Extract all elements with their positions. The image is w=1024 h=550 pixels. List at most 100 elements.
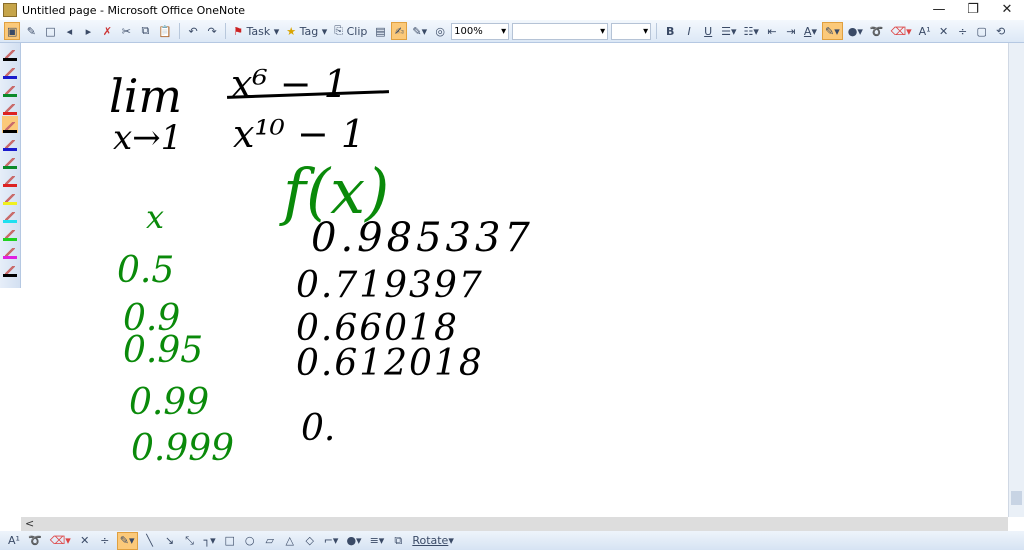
zoom-icon[interactable]: ◎ [432, 22, 448, 40]
copy-icon[interactable]: ⧉ [137, 22, 153, 40]
pen-swatch[interactable] [2, 116, 18, 133]
pen-color-bar [3, 274, 17, 277]
task-button[interactable]: ⚑ Task ▾ [231, 22, 281, 40]
font-color-button[interactable]: A ▾ [802, 22, 819, 40]
vertical-scrollbar[interactable] [1008, 43, 1024, 517]
delete-icon[interactable]: ✕ [936, 22, 952, 40]
tag-button[interactable]: ★ Tag ▾ [284, 22, 329, 40]
close-button[interactable]: ✕ [990, 0, 1024, 20]
highlighter-icon[interactable]: ✎▾ [821, 22, 843, 40]
eraser-icon[interactable]: ⌫▾ [889, 22, 914, 40]
line-icon[interactable]: ╲ [142, 532, 158, 550]
minimize-button[interactable]: — [922, 0, 956, 20]
scroll-left-icon[interactable]: < [25, 517, 34, 530]
drawing-toolbar: A¹ ➰ ⌫▾ ✕ ÷ ✎▾ ╲ ↘ ⤡ ┐▾ □ ○ ▱ △ ◇ ⌐▾ ●▾ … [0, 531, 1024, 550]
undo-icon[interactable]: ↶ [185, 22, 201, 40]
double-arrow-icon[interactable]: ⤡ [182, 532, 198, 550]
redo-icon[interactable]: ↷ [204, 22, 220, 40]
parallelogram-icon[interactable]: ▱ [262, 532, 278, 550]
pen-swatch[interactable] [2, 80, 18, 97]
pen-color-bar [3, 256, 17, 259]
lasso-icon[interactable]: ➰ [868, 22, 886, 40]
ink-to-text-icon[interactable]: ⟲ [993, 22, 1009, 40]
cut-icon[interactable]: ✂ [118, 22, 134, 40]
ink-mode-icon[interactable]: ✍ [391, 22, 408, 40]
bold-button[interactable]: B [662, 22, 678, 40]
rotate-button[interactable]: Rotate ▾ [410, 532, 456, 550]
line-weight-icon[interactable]: ≡▾ [368, 532, 387, 550]
pen-color-bar [3, 76, 17, 79]
pen-swatch[interactable] [2, 152, 18, 169]
pen-swatch[interactable] [2, 134, 18, 151]
horizontal-scrollbar[interactable]: < [21, 517, 1008, 531]
full-page-view-icon[interactable]: ▤ [372, 22, 388, 40]
pen-color-bar [3, 148, 17, 151]
pen-icon [5, 176, 15, 184]
f-value: 0.985337 [311, 215, 534, 261]
pen-color-bar [3, 202, 17, 205]
chevron-down-icon: ▾ [501, 25, 507, 37]
bullets-icon[interactable]: ☰▾ [719, 22, 738, 40]
ellipse-icon[interactable]: ○ [242, 532, 258, 550]
pen-color-bar [3, 166, 17, 169]
x-header: x [146, 198, 165, 236]
pen-swatch[interactable] [2, 260, 18, 277]
scroll-thumb[interactable] [1011, 491, 1022, 505]
x-value: 0.5 [117, 250, 175, 291]
increase-indent-icon[interactable]: ⇥ [783, 22, 799, 40]
pen-swatch[interactable] [2, 62, 18, 79]
pen-dropdown-icon[interactable]: ✎▾ [410, 22, 429, 40]
arrow-icon[interactable]: ↘ [162, 532, 178, 550]
numbering-icon[interactable]: ☷▾ [742, 22, 761, 40]
rectangle-icon[interactable]: □ [222, 532, 238, 550]
connector-icon[interactable]: ⌐▾ [322, 532, 341, 550]
restore-button[interactable]: ❐ [956, 0, 990, 20]
underline-button[interactable]: U [700, 22, 716, 40]
decrease-indent-icon[interactable]: ⇤ [764, 22, 780, 40]
onenote-app-icon [3, 3, 17, 17]
pen-swatch[interactable] [2, 206, 18, 223]
delete-page-icon[interactable]: ✗ [99, 22, 115, 40]
axis-icon[interactable]: ┐▾ [202, 532, 218, 550]
pen-swatch[interactable] [2, 188, 18, 205]
italic-button[interactable]: I [681, 22, 697, 40]
insert-space-icon[interactable]: ÷ [955, 22, 971, 40]
delete-icon[interactable]: ✕ [77, 532, 93, 550]
pen-color-bar [3, 112, 17, 115]
f-value: 0. [301, 408, 336, 449]
text-size-button[interactable]: A¹ [6, 532, 22, 550]
forward-icon[interactable]: ▸ [80, 22, 96, 40]
arrange-icon[interactable]: ⧉ [390, 532, 406, 550]
font-size-select[interactable]: ▾ [611, 22, 652, 40]
back-icon[interactable]: ◂ [61, 22, 77, 40]
lasso-icon[interactable]: ➰ [26, 532, 44, 550]
panel-icon[interactable]: ▢ [974, 22, 990, 40]
zoom-select[interactable]: 100% ▾ [451, 22, 510, 40]
insert-space-icon[interactable]: ÷ [97, 532, 113, 550]
pen-icon [5, 68, 15, 76]
pen-swatch[interactable] [2, 98, 18, 115]
new-page-icon[interactable]: □ [42, 22, 58, 40]
page-view-icon[interactable]: ▣ [4, 22, 21, 40]
text-size-button[interactable]: A¹ [917, 22, 933, 40]
pen-mode-icon[interactable]: ✎ [23, 22, 39, 40]
triangle-icon[interactable]: △ [282, 532, 298, 550]
font-select[interactable]: ▾ [512, 22, 609, 40]
color-picker-icon[interactable]: ●▾ [344, 532, 363, 550]
color-picker-icon[interactable]: ●▾ [846, 22, 865, 40]
diamond-icon[interactable]: ◇ [302, 532, 318, 550]
clip-button[interactable]: ⎘ Clip [332, 22, 369, 40]
pen-swatch[interactable] [2, 170, 18, 187]
pen-swatch[interactable] [2, 224, 18, 241]
pen-icon[interactable]: ✎▾ [116, 531, 138, 550]
pen-swatch[interactable] [2, 242, 18, 259]
note-canvas[interactable]: lim x→1 x⁶ − 1 x¹⁰ − 1 x f(x) 0.5 0.9 0.… [21, 43, 1008, 517]
flag-icon: ⚑ [233, 24, 243, 38]
pen-palette [0, 43, 21, 288]
eraser-icon[interactable]: ⌫▾ [48, 532, 73, 550]
paste-icon[interactable]: 📋 [156, 22, 174, 40]
pen-swatch[interactable] [2, 44, 18, 61]
ink-denominator: x¹⁰ − 1 [233, 112, 366, 156]
pen-icon [5, 194, 15, 202]
pen-icon [5, 158, 15, 166]
